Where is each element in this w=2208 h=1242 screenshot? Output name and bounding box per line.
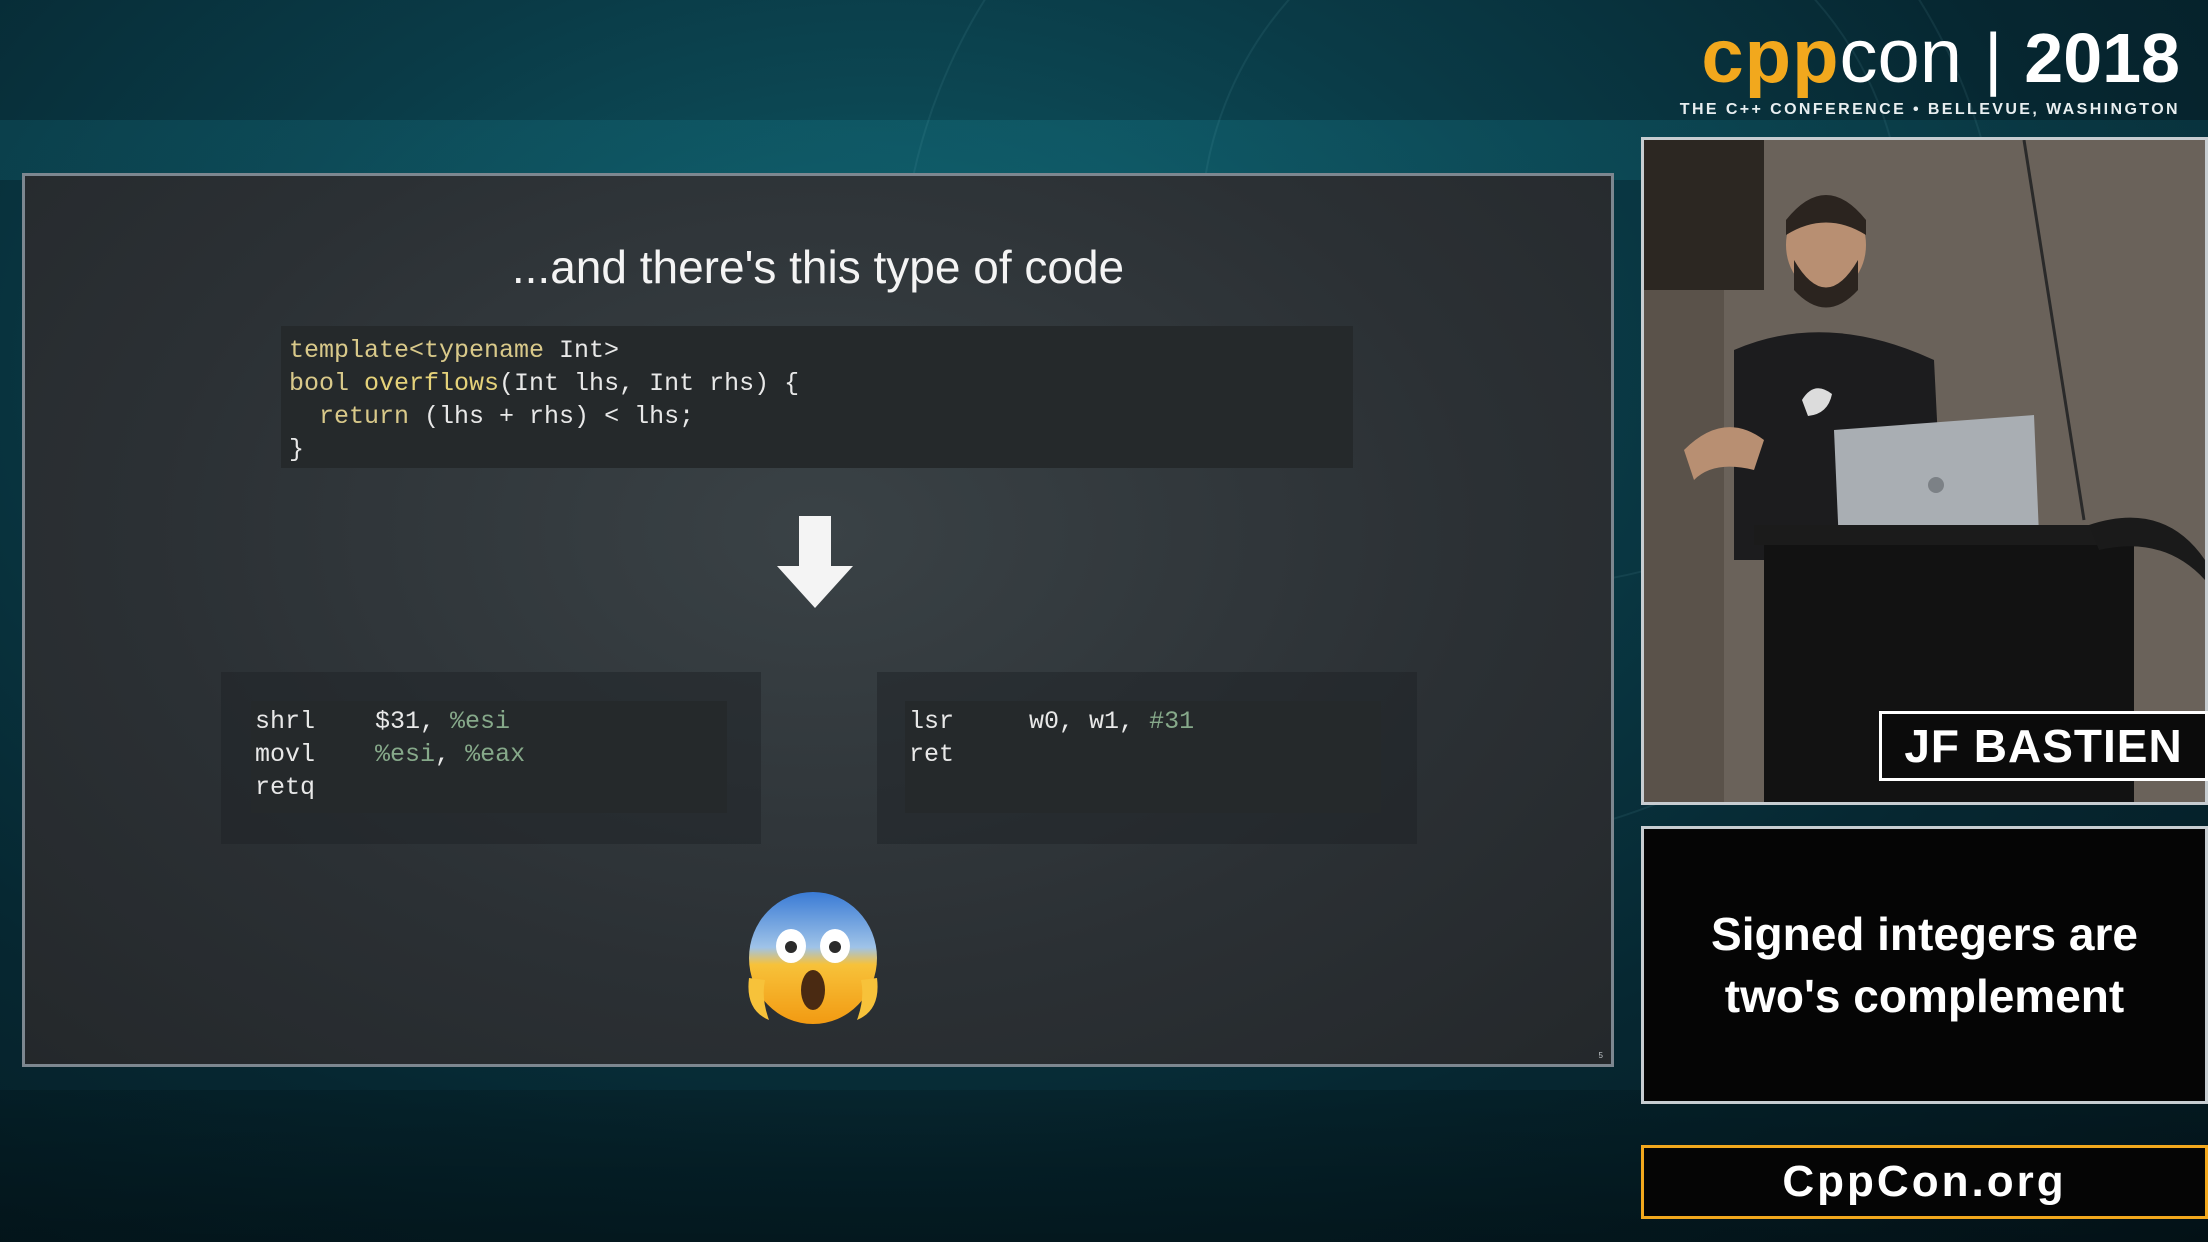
code-line: template<typename Int> <box>289 336 620 365</box>
presentation-slide: ...and there's this type of code templat… <box>22 173 1614 1067</box>
logo-separator: | <box>1984 19 2003 97</box>
code-line: return (lhs + rhs) < lhs; <box>319 402 695 431</box>
speaker-video-scene <box>1644 140 2205 802</box>
caption-text: Signed integers are two's complement <box>1711 908 2138 1022</box>
asm-line: retq <box>255 773 316 802</box>
logo-year: 2018 <box>2024 19 2180 97</box>
code-line: } <box>289 435 305 464</box>
down-arrow-icon <box>777 516 853 608</box>
slide-title: ...and there's this type of code <box>511 241 1125 293</box>
cppcon-logo: cpp con | 2018 THE C++ CONFERENCE • BELLEVU… <box>1660 14 2180 124</box>
asm-line: lsr w0, w1, #31 <box>909 707 1195 736</box>
slide-page-number: 5 <box>1598 1051 1603 1060</box>
face-screaming-in-fear-icon <box>748 892 878 1024</box>
website-link[interactable]: CppCon.org <box>1641 1145 2208 1219</box>
cpp-code-block: template<typename Int> bool overflows(Int… <box>281 326 1353 468</box>
logo-cpp: cpp <box>1701 14 1840 99</box>
asm-line: movl %esi, %eax <box>255 740 526 769</box>
asm-line: shrl $31, %esi <box>255 707 511 736</box>
speaker-name-tag: JF BASTIEN <box>1879 711 2208 781</box>
logo-con: con <box>1839 14 1963 99</box>
logo-tagline: THE C++ CONFERENCE • BELLEVUE, WASHINGTO… <box>1679 101 2180 118</box>
talk-caption: Signed integers are two's complement <box>1641 826 2208 1104</box>
asm-x86-block: shrl $31, %esi movl %esi, %eax retq <box>251 701 727 813</box>
asm-line: ret <box>909 740 955 769</box>
speaker-video <box>1641 137 2208 805</box>
code-line: bool overflows(Int lhs, Int rhs) { <box>289 369 800 398</box>
asm-arm-block: lsr w0, w1, #31 ret <box>905 701 1381 813</box>
